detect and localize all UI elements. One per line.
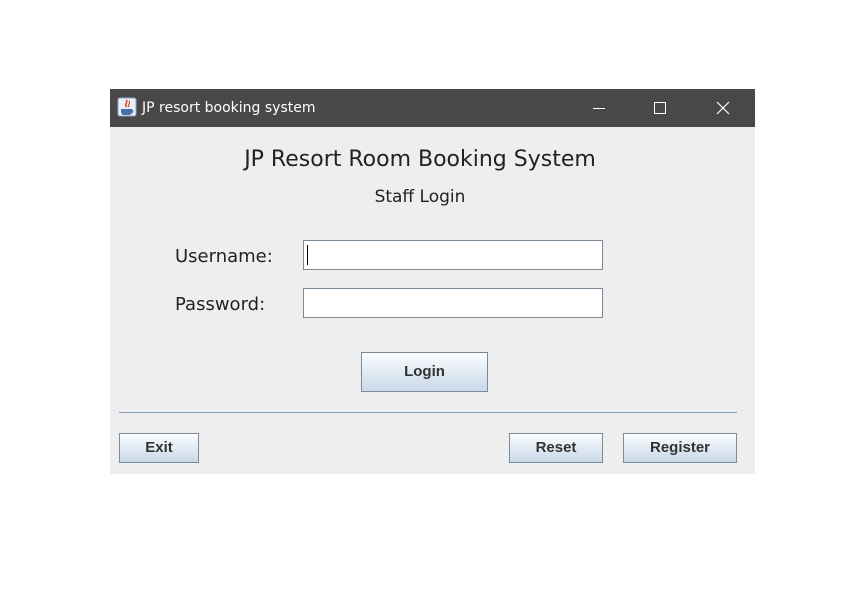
reset-button[interactable]: Reset: [509, 433, 603, 463]
login-window: JP resort booking system JP Resort Room …: [110, 89, 755, 474]
password-input[interactable]: [303, 288, 603, 318]
exit-button[interactable]: Exit: [119, 433, 199, 463]
minimize-button[interactable]: [576, 89, 622, 127]
username-label: Username:: [175, 246, 273, 267]
maximize-button[interactable]: [637, 89, 683, 127]
close-button[interactable]: [700, 89, 746, 127]
maximize-icon: [654, 102, 666, 114]
title-bar[interactable]: JP resort booking system: [110, 89, 755, 127]
password-label: Password:: [175, 294, 266, 315]
close-icon: [716, 101, 730, 115]
minimize-icon: [593, 108, 605, 109]
divider: [119, 412, 737, 413]
register-button[interactable]: Register: [623, 433, 737, 463]
app-heading: JP Resort Room Booking System: [244, 147, 596, 172]
username-input[interactable]: [303, 240, 603, 270]
login-button[interactable]: Login: [361, 352, 488, 392]
window-title: JP resort booking system: [142, 100, 316, 116]
text-caret: [307, 245, 308, 265]
login-subheading: Staff Login: [374, 187, 466, 207]
java-app-icon: [117, 97, 137, 117]
